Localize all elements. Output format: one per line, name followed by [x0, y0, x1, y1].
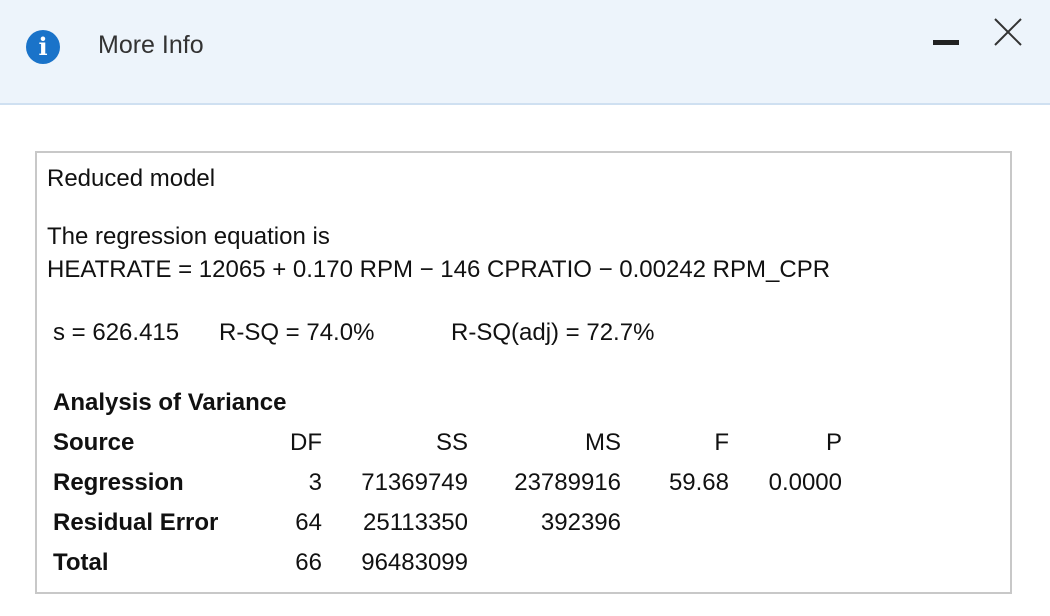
- header-p: P: [825, 429, 842, 456]
- row-p: 0.0000: [768, 469, 842, 496]
- info-circle-icon: i: [26, 30, 60, 64]
- dialog-title-bar: i More Info: [0, 0, 1050, 105]
- header-f: F: [714, 429, 729, 456]
- close-button[interactable]: [990, 14, 1026, 50]
- row-f: 59.68: [668, 469, 729, 496]
- row-ms: 392396: [540, 509, 621, 536]
- stat-s: s = 626.415: [53, 319, 180, 346]
- row-ss: 71369749: [361, 469, 468, 496]
- equation-intro: The regression equation is: [47, 223, 330, 250]
- row-ss: 25113350: [363, 509, 468, 536]
- stat-rsq: R-SQ = 74.0%: [219, 319, 375, 346]
- anova-title: Analysis of Variance: [53, 389, 287, 416]
- row-source: Residual Error: [53, 509, 219, 536]
- header-ss: SS: [435, 429, 468, 456]
- regression-output-panel: Reduced model The regression equation is…: [35, 151, 1012, 594]
- row-source: Regression: [53, 469, 184, 496]
- close-icon: [994, 18, 1022, 46]
- dialog-title: More Info: [98, 31, 204, 59]
- header-source: Source: [53, 429, 135, 456]
- header-ms: MS: [585, 429, 621, 456]
- minimize-button[interactable]: [931, 30, 961, 54]
- row-df: 64: [295, 509, 322, 536]
- row-df: 66: [295, 549, 322, 576]
- model-heading: Reduced model: [47, 165, 216, 192]
- stat-rsq-adj: R-SQ(adj) = 72.7%: [451, 319, 655, 346]
- row-ss: 96483099: [361, 549, 468, 576]
- regression-equation: HEATRATE = 12065 + 0.170 RPM − 146 CPRAT…: [47, 256, 831, 283]
- row-source: Total: [53, 549, 109, 576]
- row-df: 3: [308, 469, 322, 496]
- header-df: DF: [290, 429, 322, 456]
- row-ms: 23789916: [514, 469, 621, 496]
- minimize-icon: [933, 40, 959, 45]
